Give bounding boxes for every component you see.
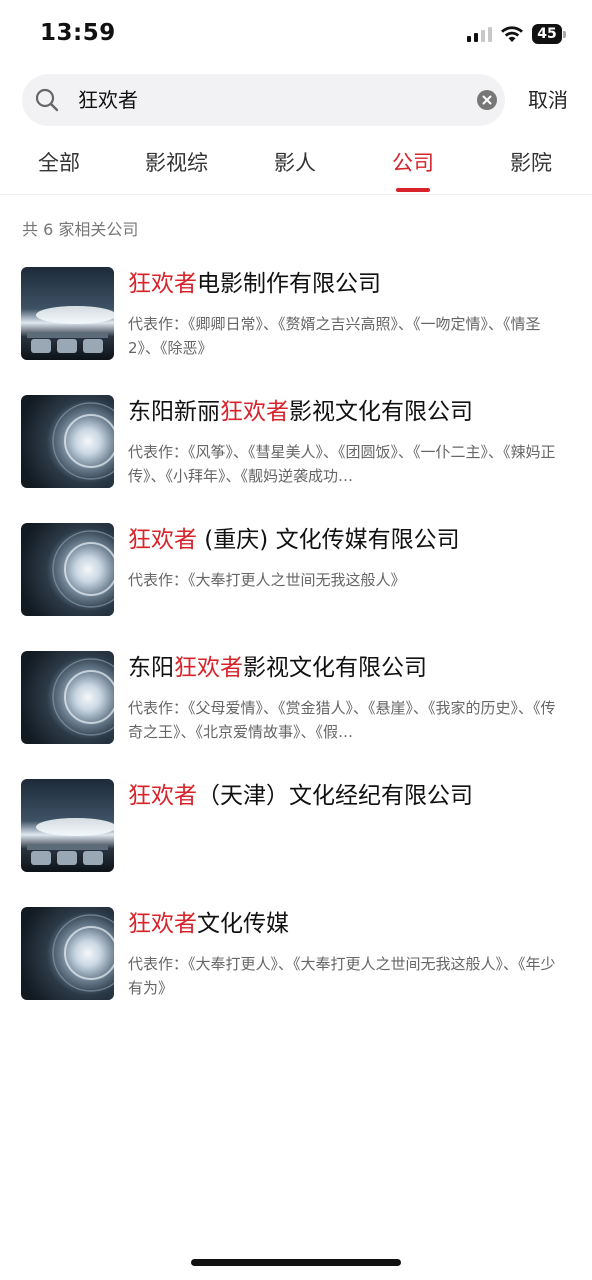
company-item[interactable]: 东阳狂欢者影视文化有限公司 代表作：《父母爱情》、《赏金猎人》、《悬崖》、《我家… xyxy=(0,646,592,756)
company-works: 代表作：《卿卿日常》、《赘婿之吉兴高照》、《一吻定情》、《情圣 2》、《除恶》 xyxy=(128,315,541,357)
company-logo xyxy=(21,395,114,488)
company-name: 狂欢者电影制作有限公司 xyxy=(128,271,381,297)
company-name: 东阳狂欢者影视文化有限公司 xyxy=(128,655,427,681)
company-item[interactable]: 狂欢者 (重庆) 文化传媒有限公司 代表作：《大奉打更人之世间无我这般人》 xyxy=(0,518,592,628)
company-name: 狂欢者（天津）文化经纪有限公司 xyxy=(128,783,473,809)
home-indicator[interactable] xyxy=(191,1259,401,1266)
tab-film-tv-variety[interactable]: 影视综 xyxy=(145,148,208,178)
company-item[interactable]: 狂欢者文化传媒 代表作：《大奉打更人》、《大奉打更人之世间无我这般人》、《年少有… xyxy=(0,902,592,1012)
search-input[interactable]: 狂欢者 xyxy=(22,74,505,126)
battery-icon: 45 xyxy=(532,24,566,44)
tab-all[interactable]: 全部 xyxy=(38,148,80,178)
company-item[interactable]: 狂欢者（天津）文化经纪有限公司 xyxy=(0,774,592,884)
company-logo xyxy=(21,651,114,744)
status-icons: 45 xyxy=(467,24,566,44)
company-logo xyxy=(21,907,114,1000)
category-tabs: 全部 影视综 影人 公司 影院 xyxy=(0,136,592,195)
tab-people[interactable]: 影人 xyxy=(274,148,316,178)
battery-level: 45 xyxy=(532,24,562,44)
tab-cinema[interactable]: 影院 xyxy=(510,148,552,178)
company-name: 狂欢者 (重庆) 文化传媒有限公司 xyxy=(128,527,460,553)
company-item[interactable]: 狂欢者电影制作有限公司 代表作：《卿卿日常》、《赘婿之吉兴高照》、《一吻定情》、… xyxy=(0,262,592,372)
company-works: 代表作：《父母爱情》、《赏金猎人》、《悬崖》、《我家的历史》、《传奇之王》、《北… xyxy=(128,699,556,741)
search-query: 狂欢者 xyxy=(78,88,138,112)
company-name: 东阳新丽狂欢者影视文化有限公司 xyxy=(128,399,473,425)
company-logo xyxy=(21,267,114,360)
company-works: 代表作：《风筝》、《彗星美人》、《团圆饭》、《一仆二主》、《辣妈正传》、《小拜年… xyxy=(128,443,556,485)
company-logo xyxy=(21,523,114,616)
company-name: 狂欢者文化传媒 xyxy=(128,911,289,937)
company-works: 代表作：《大奉打更人》、《大奉打更人之世间无我这般人》、《年少有为》 xyxy=(128,955,556,997)
cancel-button[interactable]: 取消 xyxy=(528,86,568,114)
clear-icon[interactable] xyxy=(477,90,497,110)
status-time: 13:59 xyxy=(40,20,116,46)
active-tab-indicator xyxy=(396,188,430,192)
search-icon xyxy=(35,88,59,112)
company-works: 代表作：《大奉打更人之世间无我这般人》 xyxy=(128,571,406,589)
result-count: 共 6 家相关公司 xyxy=(22,220,139,239)
wifi-icon xyxy=(501,26,523,42)
search-bar: 狂欢者 取消 xyxy=(0,72,592,130)
company-item[interactable]: 东阳新丽狂欢者影视文化有限公司 代表作：《风筝》、《彗星美人》、《团圆饭》、《一… xyxy=(0,390,592,500)
company-logo xyxy=(21,779,114,872)
status-bar: 13:59 45 xyxy=(0,0,592,70)
tab-company[interactable]: 公司 xyxy=(392,148,434,178)
signal-icon xyxy=(467,26,492,42)
